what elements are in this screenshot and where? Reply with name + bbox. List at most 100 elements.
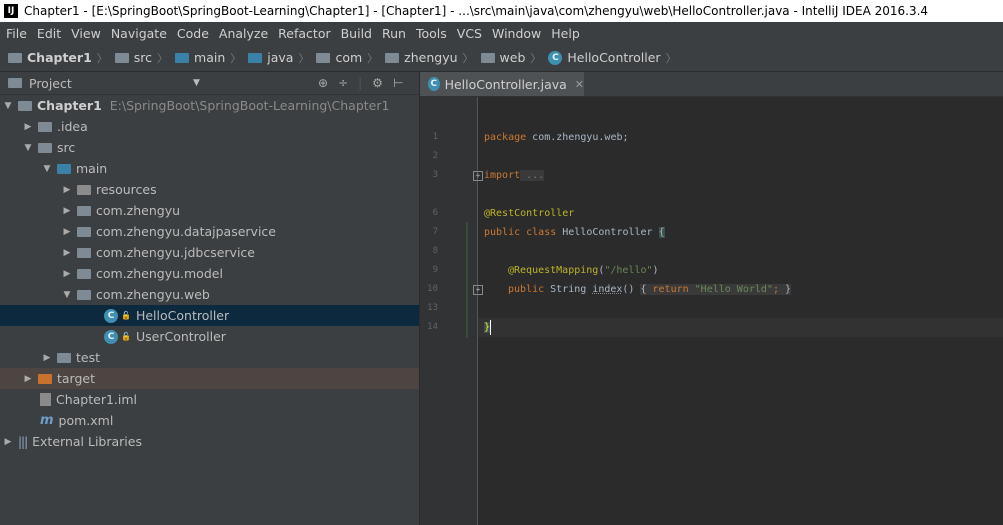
chevron-down-icon[interactable]: ▼ — [22, 143, 34, 153]
folder-icon — [114, 52, 129, 63]
breadcrumb-item-main[interactable]: main 〉 — [175, 50, 248, 66]
chevron-right-icon[interactable]: ▶ — [2, 437, 14, 447]
breadcrumb-item-chapter1[interactable]: Chapter1 〉 — [8, 50, 115, 66]
tree-item-datajpaservice[interactable]: ▶ com.zhengyu.datajpaservice — [0, 221, 419, 242]
line-number: 6 — [432, 208, 438, 218]
chevron-right-icon: 〉 — [367, 51, 379, 65]
tree-item-chapter1[interactable]: ▼ Chapter1 E:\SpringBoot\SpringBoot-Lear… — [0, 95, 419, 116]
tree-item-label: com.zhengyu.model — [96, 266, 223, 281]
tree-item-src[interactable]: ▼ src — [0, 137, 419, 158]
tree-item-target[interactable]: ▶ target — [0, 368, 419, 389]
code-line-9: @RequestMapping("/hello") — [508, 265, 659, 276]
breadcrumb-item-hellocontroller[interactable]: C HelloController 〉 — [548, 50, 683, 66]
package-icon — [480, 52, 495, 63]
breadcrumb-label: com — [335, 50, 363, 65]
fold-expand-icon[interactable]: + — [473, 171, 483, 181]
menu-window[interactable]: Window — [487, 26, 546, 41]
chevron-right-icon[interactable]: ▶ — [61, 227, 73, 237]
breadcrumb-item-com[interactable]: com 〉 — [316, 50, 385, 66]
folded-imports[interactable]: ... — [520, 170, 545, 181]
tree-item-label: HelloController — [135, 308, 230, 323]
chevron-right-icon: 〉 — [530, 51, 542, 65]
project-view-selector[interactable]: Project — [8, 76, 72, 91]
chevron-down-icon[interactable]: ▼ — [193, 78, 200, 88]
collapse-all-icon[interactable]: ÷ — [338, 76, 348, 90]
line-number: 14 — [427, 322, 438, 332]
string-literal: "Hello World" — [688, 284, 773, 295]
folder-icon — [38, 121, 52, 132]
excluded-folder-icon — [38, 373, 52, 384]
chevron-right-icon[interactable]: ▶ — [22, 374, 34, 384]
chevron-right-icon[interactable]: ▶ — [61, 248, 73, 258]
tree-item-chapter1-iml[interactable]: Chapter1.iml — [0, 389, 419, 410]
menu-file[interactable]: File — [0, 26, 32, 41]
breadcrumb: Chapter1 〉 src 〉 main 〉 java 〉 com 〉 zhe… — [0, 44, 1003, 72]
menu-analyze[interactable]: Analyze — [214, 26, 273, 41]
breadcrumb-item-zhengyu[interactable]: zhengyu 〉 — [385, 50, 480, 66]
chevron-right-icon[interactable]: ▶ — [41, 353, 53, 363]
code-line-1: package com.zhengyu.web; — [484, 132, 629, 143]
tree-item-test[interactable]: ▶ test — [0, 347, 419, 368]
tree-item-hellocontroller[interactable]: C 🔓 HelloController — [0, 305, 419, 326]
editor-top — [420, 97, 1003, 126]
tree-item-resources[interactable]: ▶ resources — [0, 179, 419, 200]
tree-item-label: com.zhengyu.web — [96, 287, 210, 302]
chevron-right-icon[interactable]: ▶ — [61, 269, 73, 279]
menu-help[interactable]: Help — [546, 26, 585, 41]
code-text: ; — [772, 284, 785, 295]
tree-item-external-libraries[interactable]: ▶ ||| External Libraries — [0, 431, 419, 452]
tab-hellocontroller-java[interactable]: C HelloController.java ✕ — [420, 72, 584, 96]
menu-view[interactable]: View — [66, 26, 106, 41]
tree-item-label: External Libraries — [32, 434, 142, 449]
menu-vcs[interactable]: VCS — [452, 26, 487, 41]
tree-item-main[interactable]: ▼ main — [0, 158, 419, 179]
breadcrumb-item-web[interactable]: web 〉 — [480, 50, 549, 66]
code-text: } — [784, 284, 792, 295]
menu-refactor[interactable]: Refactor — [273, 26, 335, 41]
code-line-10: public String index() { return "Hello Wo… — [508, 284, 792, 295]
class-icon: C 🔓 — [104, 308, 131, 323]
keyword: public class — [484, 227, 557, 238]
line-number: 13 — [427, 303, 438, 313]
tree-item-label: com.zhengyu.datajpaservice — [96, 224, 276, 239]
tree-item-jdbcservice[interactable]: ▶ com.zhengyu.jdbcservice — [0, 242, 419, 263]
breadcrumb-label: java — [267, 50, 294, 65]
tree-item-web[interactable]: ▼ com.zhengyu.web — [0, 284, 419, 305]
tree-item-idea[interactable]: ▶ .idea — [0, 116, 419, 137]
line-number: 3 — [432, 170, 438, 180]
tree-item-label: test — [76, 350, 101, 365]
tree-item-label: target — [57, 371, 96, 386]
line-number: 10 — [427, 284, 438, 294]
keyword: return — [652, 284, 689, 295]
menu-build[interactable]: Build — [336, 26, 377, 41]
breadcrumb-label: web — [499, 50, 526, 65]
tree-item-usercontroller[interactable]: C 🔓 UserController — [0, 326, 419, 347]
menu-navigate[interactable]: Navigate — [106, 26, 172, 41]
menu-edit[interactable]: Edit — [32, 26, 66, 41]
package-icon — [77, 268, 91, 279]
maven-file-icon: m — [40, 413, 54, 428]
hide-icon[interactable]: ⊢ — [393, 76, 403, 90]
tree-item-com-zhengyu[interactable]: ▶ com.zhengyu — [0, 200, 419, 221]
chevron-right-icon[interactable]: ▶ — [61, 185, 73, 195]
chevron-right-icon: 〉 — [230, 51, 242, 65]
tree-item-pom-xml[interactable]: m pom.xml — [0, 410, 419, 431]
module-folder-icon — [8, 52, 22, 63]
menu-run[interactable]: Run — [377, 26, 411, 41]
fold-expand-icon[interactable]: + — [473, 285, 483, 295]
breadcrumb-label: Chapter1 — [27, 50, 92, 65]
chevron-right-icon[interactable]: ▶ — [22, 122, 34, 132]
brace-highlight: { — [658, 227, 665, 238]
chevron-down-icon[interactable]: ▼ — [41, 164, 53, 174]
gear-icon[interactable]: ⚙ — [372, 76, 383, 90]
scroll-from-source-icon[interactable]: ⊕ — [318, 76, 328, 90]
breadcrumb-item-java[interactable]: java 〉 — [248, 50, 316, 66]
close-icon[interactable]: ✕ — [575, 78, 584, 91]
menu-code[interactable]: Code — [172, 26, 214, 41]
chevron-down-icon[interactable]: ▼ — [2, 101, 14, 111]
menu-tools[interactable]: Tools — [411, 26, 452, 41]
chevron-right-icon[interactable]: ▶ — [61, 206, 73, 216]
tree-item-model[interactable]: ▶ com.zhengyu.model — [0, 263, 419, 284]
chevron-down-icon[interactable]: ▼ — [61, 290, 73, 300]
breadcrumb-item-src[interactable]: src 〉 — [114, 50, 175, 66]
